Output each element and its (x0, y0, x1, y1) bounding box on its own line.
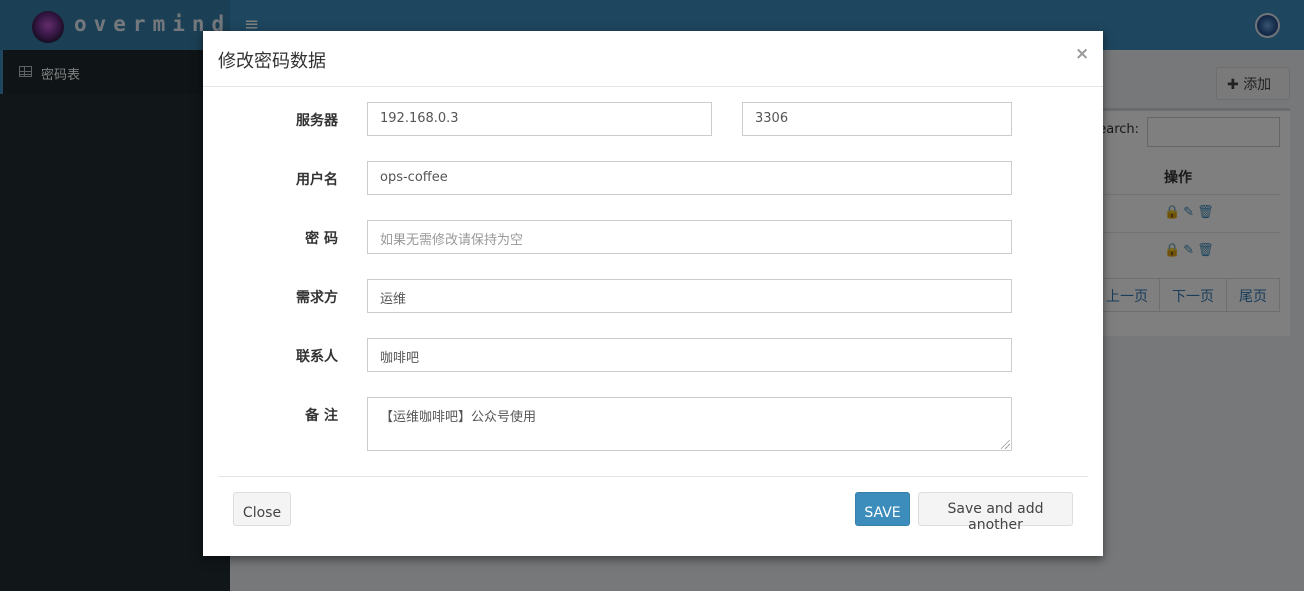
server-host-input[interactable]: 192.168.0.3 (367, 102, 712, 136)
remark-label: 备 注 (203, 405, 338, 425)
edit-password-modal: 修改密码数据 × 服务器 192.168.0.3 3306 用户名 ops-co… (203, 31, 1103, 556)
modal-header: 修改密码数据 × (203, 31, 1103, 87)
server-label: 服务器 (203, 110, 338, 130)
remark-textarea[interactable]: 【运维咖啡吧】公众号使用 (367, 397, 1012, 451)
username-label: 用户名 (203, 169, 338, 189)
requester-label: 需求方 (203, 287, 338, 307)
contact-input[interactable]: 咖啡吧 (367, 338, 1012, 372)
server-port-input[interactable]: 3306 (742, 102, 1012, 136)
resize-grip-icon[interactable] (1001, 440, 1010, 449)
close-button[interactable]: Close (233, 492, 291, 526)
contact-label: 联系人 (203, 346, 338, 366)
modal-footer-divider (218, 476, 1088, 477)
save-button[interactable]: SAVE (855, 492, 910, 526)
modal-title: 修改密码数据 (218, 47, 326, 73)
close-icon[interactable]: × (1075, 44, 1089, 64)
save-and-add-another-button[interactable]: Save and add another (918, 492, 1073, 526)
remark-text: 【运维咖啡吧】公众号使用 (380, 410, 536, 425)
requester-input[interactable]: 运维 (367, 279, 1012, 313)
username-input[interactable]: ops-coffee (367, 161, 1012, 195)
password-input[interactable]: 如果无需修改请保持为空 (367, 220, 1012, 254)
password-label: 密 码 (203, 228, 338, 248)
